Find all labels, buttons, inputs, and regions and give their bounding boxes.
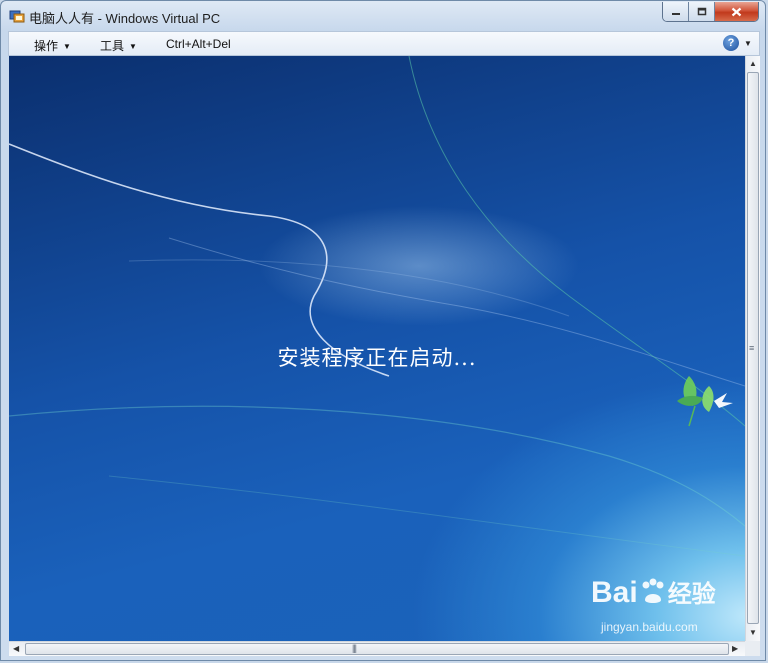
scrollbar-corner — [745, 641, 760, 656]
baidu-watermark-url: jingyan.baidu.com — [601, 620, 698, 634]
vertical-scrollbar[interactable]: ▲ ≡ ▼ — [745, 56, 760, 641]
restore-button[interactable] — [689, 2, 715, 21]
baidu-logo: Bai 经验 — [591, 576, 716, 609]
menu-tools[interactable]: 工具 ▼ — [100, 37, 137, 54]
close-button[interactable] — [715, 2, 758, 21]
baidu-paw-icon — [642, 578, 664, 603]
leaf-decoration-icon — [677, 376, 714, 427]
grip-icon: ≡ — [749, 343, 754, 353]
minimize-button[interactable] — [663, 2, 689, 21]
scroll-down-icon[interactable]: ▼ — [749, 628, 757, 637]
scroll-left-icon[interactable]: ◀ — [13, 644, 19, 653]
horizontal-scroll-thumb[interactable]: ||| — [25, 643, 729, 655]
bird-icon — [714, 393, 733, 408]
virtual-pc-icon — [9, 10, 25, 23]
restore-icon — [697, 7, 706, 16]
grip-icon: ||| — [352, 643, 357, 653]
close-icon — [731, 7, 742, 16]
dropdown-arrow-icon: ▼ — [129, 42, 137, 51]
virtual-pc-window: 电脑人人有 - Windows Virtual PC 操作 ▼ 工具 ▼ Ctrl+… — [0, 0, 766, 661]
setup-status-text: 安装程序正在启动... — [277, 346, 477, 370]
menu-action[interactable]: 操作 ▼ — [34, 37, 71, 54]
minimize-icon — [671, 12, 680, 15]
scroll-right-icon[interactable]: ▶ — [732, 644, 738, 653]
window-title: 电脑人人有 - Windows Virtual PC — [29, 11, 221, 26]
help-dropdown-arrow-icon[interactable]: ▼ — [744, 39, 752, 48]
vertical-scroll-thumb[interactable]: ≡ — [747, 72, 759, 624]
baidu-watermark: Bai 经验 jingyan.baidu.com — [591, 574, 741, 641]
help-icon[interactable]: ? — [723, 35, 739, 51]
scroll-up-icon[interactable]: ▲ — [749, 59, 757, 68]
menu-ctrl-alt-del[interactable]: Ctrl+Alt+Del — [166, 37, 231, 51]
title-bar[interactable]: 电脑人人有 - Windows Virtual PC — [1, 1, 765, 31]
menu-bar: 操作 ▼ 工具 ▼ Ctrl+Alt+Del ? ▼ — [8, 31, 760, 56]
dropdown-arrow-icon: ▼ — [63, 42, 71, 51]
horizontal-scrollbar[interactable]: ◀ ||| ▶ — [9, 641, 745, 656]
caption-buttons — [662, 2, 759, 22]
vm-display[interactable]: 安装程序正在启动... Bai 经验 jingyan.baidu.com — [9, 56, 745, 641]
